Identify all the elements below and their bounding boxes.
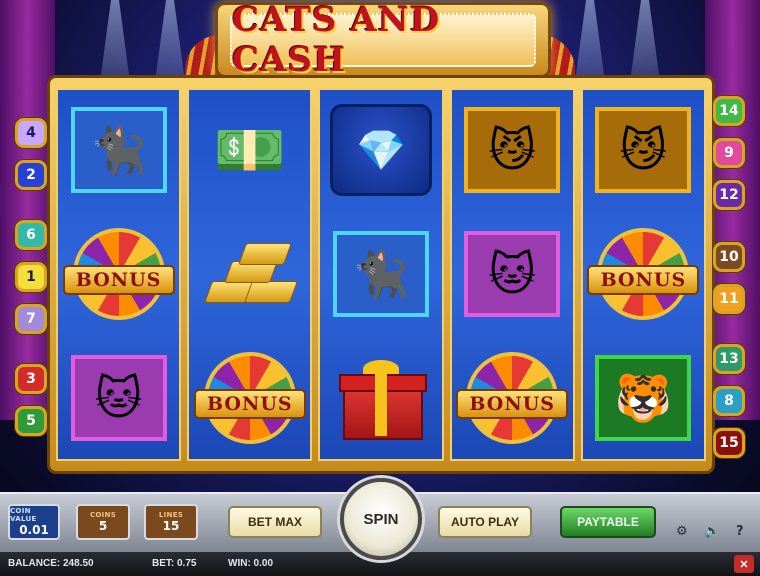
payline-marker-left[interactable]: 5 — [15, 406, 47, 436]
payline-marker-right[interactable]: 13 — [713, 344, 745, 374]
reel-2: 💵 BONUS — [187, 88, 313, 461]
reel-cell: 🐱 — [450, 212, 575, 336]
payline-marker-left[interactable]: 3 — [15, 364, 47, 394]
settings-gear-icon[interactable]: ⚙ — [676, 524, 688, 539]
reel-cell: 💵 — [187, 88, 312, 212]
diamond-necklace-symbol: 💎 — [330, 104, 432, 196]
bonus-wheel-symbol: BONUS — [587, 228, 700, 320]
payline-marker-left[interactable]: 1 — [15, 262, 47, 292]
reel-cell: 🐱 — [56, 336, 181, 460]
close-button[interactable]: ✕ — [734, 555, 754, 573]
reel-1: 🐈‍⬛ BONUS 🐱 — [56, 88, 182, 461]
lines-value: 15 — [162, 519, 180, 533]
payline-marker-right[interactable]: 14 — [713, 96, 745, 126]
payline-marker-right[interactable]: 11 — [713, 284, 745, 314]
bonus-wheel-symbol: BONUS — [193, 352, 306, 444]
bet-max-button[interactable]: BET MAX — [228, 506, 322, 538]
reel-cell — [187, 212, 312, 336]
reel-cell: 😼 — [581, 88, 706, 212]
spin-button[interactable]: SPIN — [340, 478, 422, 560]
lines-box[interactable]: LINES 15 — [144, 504, 198, 540]
reel-cell: BONUS — [56, 212, 181, 336]
game-logo: CATS AND CASH — [232, 0, 441, 80]
bonus-label: BONUS — [62, 265, 175, 295]
balance-text: BALANCE: 248.50 — [8, 558, 94, 569]
gangster-cat-symbol: 😼 — [595, 107, 692, 193]
reel-cell: BONUS — [450, 336, 575, 460]
bonus-label: BONUS — [193, 389, 306, 419]
auto-play-button[interactable]: AUTO PLAY — [438, 506, 532, 538]
reel-cell: BONUS — [581, 212, 706, 336]
reel-cell: 😼 — [450, 88, 575, 212]
tiger-cat-symbol: 🐯 — [595, 355, 692, 441]
reel-cell: BONUS — [187, 336, 312, 460]
reel-cell: 🐈‍⬛ — [318, 212, 443, 336]
payline-marker-right[interactable]: 9 — [713, 138, 745, 168]
payline-marker-left[interactable]: 6 — [15, 220, 47, 250]
reel-cell — [318, 336, 443, 460]
coins-label: COINS — [89, 511, 117, 519]
coin-value: 0.01 — [19, 523, 49, 537]
bonus-wheel-symbol: BONUS — [456, 352, 569, 444]
gangster-cat-symbol: 😼 — [464, 107, 561, 193]
bet-text: BET: 0.75 — [152, 558, 197, 569]
payline-marker-right[interactable]: 15 — [713, 428, 745, 458]
game-logo-marquee: CATS AND CASH — [215, 0, 551, 80]
reel-5: 😼 BONUS 🐯 — [580, 88, 707, 461]
reel-3: 💎 🐈‍⬛ — [318, 88, 444, 461]
lines-label: LINES — [158, 511, 184, 519]
payline-marker-right[interactable]: 10 — [713, 242, 745, 272]
pink-cat-symbol: 🐱 — [464, 231, 561, 317]
payline-marker-left[interactable]: 2 — [15, 160, 47, 190]
reel-cell: 🐈‍⬛ — [56, 88, 181, 212]
bonus-label: BONUS — [587, 265, 700, 295]
bonus-label: BONUS — [456, 389, 569, 419]
pink-cat-symbol: 🐱 — [70, 355, 167, 441]
coins-box[interactable]: COINS 5 — [76, 504, 130, 540]
bonus-wheel-symbol: BONUS — [62, 228, 175, 320]
gift-box-symbol — [337, 360, 427, 440]
payline-marker-left[interactable]: 7 — [15, 304, 47, 334]
stage-curtain-left — [0, 0, 55, 420]
payline-marker-right[interactable]: 8 — [713, 386, 745, 416]
lady-cat-symbol: 🐈‍⬛ — [70, 107, 167, 193]
coins-value: 5 — [98, 519, 108, 533]
coin-value-label: COIN VALUE — [10, 507, 37, 523]
payline-marker-right[interactable]: 12 — [713, 180, 745, 210]
lady-cat-symbol: 🐈‍⬛ — [333, 231, 429, 317]
reel-cell: 💎 — [318, 88, 443, 212]
reel-4: 😼 🐱 BONUS — [449, 88, 575, 461]
gold-bars-symbol — [202, 241, 298, 307]
payline-marker-left[interactable]: 4 — [15, 118, 47, 148]
reel-cell: 🐯 — [581, 336, 706, 460]
help-icon[interactable]: ? — [736, 524, 744, 539]
money-stack-symbol: 💵 — [213, 115, 286, 184]
reel-area: 🐈‍⬛ BONUS 🐱 💵 BONUS 💎 🐈‍⬛ 😼 🐱 BONUS 😼 BONUS 🐯 — [56, 88, 707, 461]
win-text: WIN: 0.00 — [228, 558, 274, 569]
paytable-button[interactable]: PAYTABLE — [560, 506, 656, 538]
coin-value-box[interactable]: COIN VALUE 0.01 — [8, 504, 60, 540]
sound-speaker-icon[interactable]: 🔈 — [704, 524, 720, 539]
